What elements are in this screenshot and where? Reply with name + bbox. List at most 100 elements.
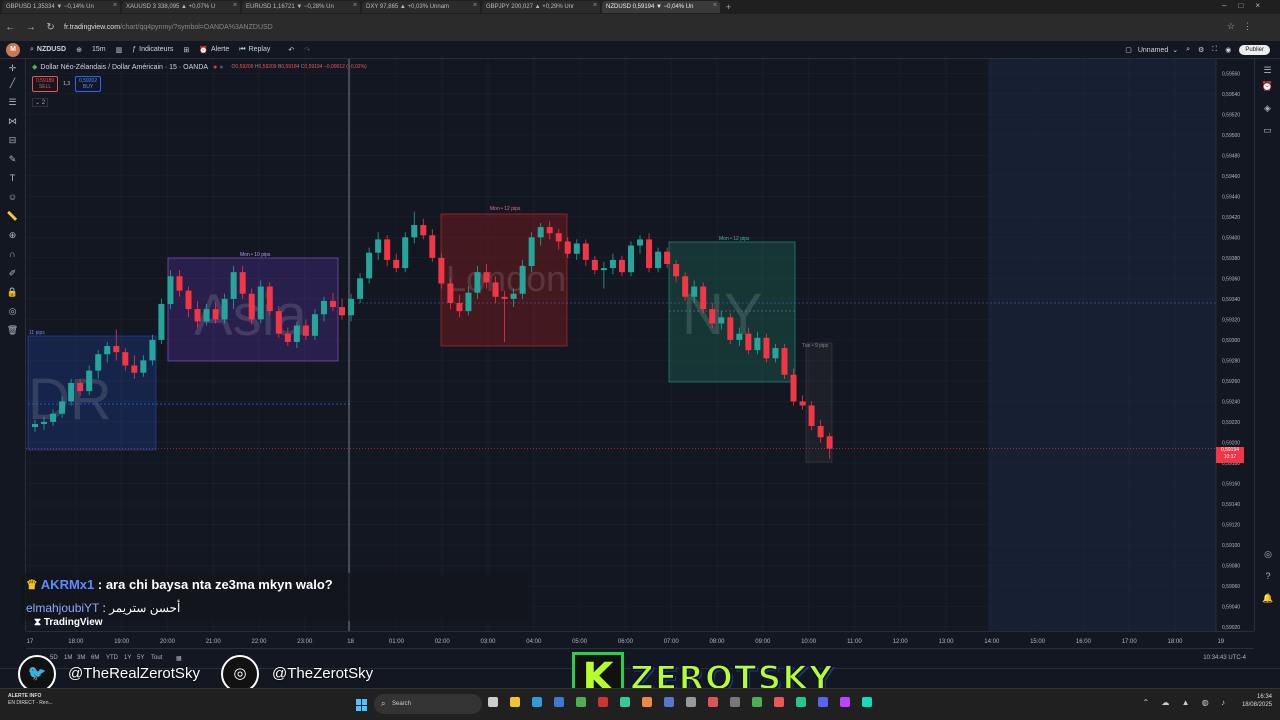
candle-type-icon[interactable]: ▥ [116,46,123,54]
browser-tab[interactable]: XAUUSD 3 338,095 ▲ +0,07% U × [122,1,240,13]
discord-icon[interactable] [818,697,828,707]
watchlist-icon[interactable]: ☰ [1255,59,1280,81]
browser-tab[interactable]: GBPUSD 1,35334 ▼ −0,14% Un × [2,1,120,13]
help-icon[interactable]: ? [1255,571,1280,593]
range-all[interactable]: Tout [151,655,162,661]
reload-icon[interactable]: ↻ [46,22,54,33]
calendar-icon[interactable]: ▦ [176,655,182,662]
time-axis[interactable]: 17 18:00 19:00 20:00 21:00 22:00 23:00 18 01:00 0… [26,631,1254,648]
app-icon[interactable] [730,697,740,707]
new-tab-icon[interactable]: + [726,2,731,12]
trash-icon[interactable]: 🗑 [0,325,25,344]
price-chart[interactable]: DR Asia London NY 11 pips Mon • 10 pips … [26,59,1254,631]
avatar[interactable]: M [6,42,20,57]
range-ytd[interactable]: YTD [106,655,118,661]
pattern-icon[interactable]: ⋈ [0,116,25,135]
publish-button[interactable]: Publier [1239,45,1270,55]
layers-icon[interactable]: ◈ [1255,103,1280,125]
utc-clock[interactable]: 10:34:43 UTC-4 [1203,655,1246,661]
url-field[interactable]: fr.tradingview.com/chart/qq4pynmy/?symbo… [64,24,273,31]
close-icon[interactable]: × [473,2,477,9]
sell-button[interactable]: 0,59189 SELL [32,76,59,92]
chevron-down-icon[interactable]: ⌄ [1172,46,1178,54]
app-icon[interactable] [576,697,586,707]
app-icon[interactable] [796,697,806,707]
magnet-icon[interactable]: ∩ [0,249,25,268]
taskbar-clock[interactable]: 16:34 18/08/2025 [1242,693,1272,709]
windows-start-icon[interactable] [356,699,368,711]
app-icon[interactable] [620,697,630,707]
news-widget[interactable]: ALERTE INFO EN DIRECT - Ren... [8,693,53,707]
taskbar-search[interactable]: ⌕ Search [374,694,482,714]
emoji-icon[interactable]: ☺ [0,192,25,211]
interval-button[interactable]: 15m [92,46,106,53]
brave-icon[interactable] [774,697,784,707]
app-icon[interactable] [642,697,652,707]
eye-icon[interactable]: ◎ [0,306,25,325]
symbol-search[interactable]: ⌕ NZDUSD [30,46,66,54]
text-icon[interactable]: T [0,173,25,192]
search-icon[interactable]: ⌕ [1186,46,1190,54]
close-icon[interactable]: × [353,2,357,9]
chrome-icon[interactable] [752,697,762,707]
range-5d[interactable]: 5D [50,655,58,661]
range-5y[interactable]: 5Y [137,655,144,661]
chat-icon[interactable]: ▭ [1255,125,1280,147]
fullscreen-icon[interactable]: ⛶ [1212,46,1217,54]
system-tray[interactable]: ⌃ ☁ ▲ ◍ ♪ [1143,698,1231,707]
store-icon[interactable] [554,697,564,707]
brush-icon[interactable]: ✎ [0,154,25,173]
notifications-icon[interactable]: 🔔 [1255,593,1280,615]
close-icon[interactable]: × [593,2,597,9]
range-3m[interactable]: 3M [77,655,85,661]
taskview-icon[interactable] [488,697,498,707]
layout-name[interactable]: Unnamed [1138,47,1168,54]
browser-tab[interactable]: EURUSD 1,16721 ▼ −0,28% Un × [242,1,360,13]
ruler-icon[interactable]: 📏 [0,211,25,230]
layout-icon[interactable]: ▢ [1125,46,1132,54]
app-icon[interactable] [862,697,872,707]
range-1y[interactable]: 1Y [124,655,131,661]
buy-button[interactable]: 0,59202 BUY [75,76,102,92]
folder-icon[interactable] [510,697,520,707]
browser-tab[interactable]: DXY 97,865 ▲ +0,03% Unnam × [362,1,480,13]
close-icon[interactable]: × [113,2,117,9]
browser-menu-icons[interactable]: ☆⋮ [1227,21,1260,32]
gear-icon[interactable]: ⚙ [1198,46,1204,54]
app-icon[interactable] [686,697,696,707]
ideas-icon[interactable]: ◎ [1255,549,1280,571]
price-axis[interactable]: 0,59560 0,59540 0,59520 0,59500 0,59480 0,594… [1215,59,1254,631]
window-controls[interactable]: –□× [1222,1,1272,10]
replay-button[interactable]: ⏮ Replay [239,46,270,54]
alerts-icon[interactable]: ⏰ [1255,81,1280,103]
edge-icon[interactable] [532,697,542,707]
browser-tab-active[interactable]: NZDUSD 0,59194 ▼ −0,04% Un × [602,1,720,13]
indicators-toggle[interactable]: ⌄ 2 [32,98,49,107]
zoom-icon[interactable]: ⊕ [0,230,25,249]
trend-line-icon[interactable]: ╱ [0,78,25,97]
app-icon[interactable] [664,697,674,707]
browser-tab[interactable]: GBPJPY 200,027 ▲ +0,29% Unr × [482,1,600,13]
lock-draw-icon[interactable]: ✐ [0,268,25,287]
back-icon[interactable]: ← [5,22,15,33]
crosshair-icon[interactable]: ✛ [0,59,25,78]
layouts-icon[interactable]: ⊞ [183,46,189,54]
indicators-button[interactable]: ƒ Indicateurs [132,46,173,53]
range-1m[interactable]: 1M [64,655,72,661]
fib-icon[interactable]: ☰ [0,97,25,116]
app-icon[interactable] [598,697,608,707]
range-6m[interactable]: 6M [91,655,99,661]
app-icon[interactable] [708,697,718,707]
lock-icon[interactable]: 🔒 [0,287,25,306]
position-icon[interactable]: ⊟ [0,135,25,154]
camera-icon[interactable]: ◉ [1225,46,1231,54]
undo-icon[interactable]: ↶ [288,46,294,54]
redo-icon[interactable]: ↷ [304,46,310,54]
close-icon[interactable]: × [713,2,717,9]
close-icon[interactable]: × [233,2,237,9]
add-symbol-icon[interactable]: ⊕ [76,46,82,54]
alert-button[interactable]: ⏰ Alerte [199,46,229,54]
forward-icon[interactable]: → [26,22,36,33]
app-icon[interactable] [840,697,850,707]
legend-title[interactable]: Dollar Néo-Zélandais / Dollar Américain … [40,64,208,71]
